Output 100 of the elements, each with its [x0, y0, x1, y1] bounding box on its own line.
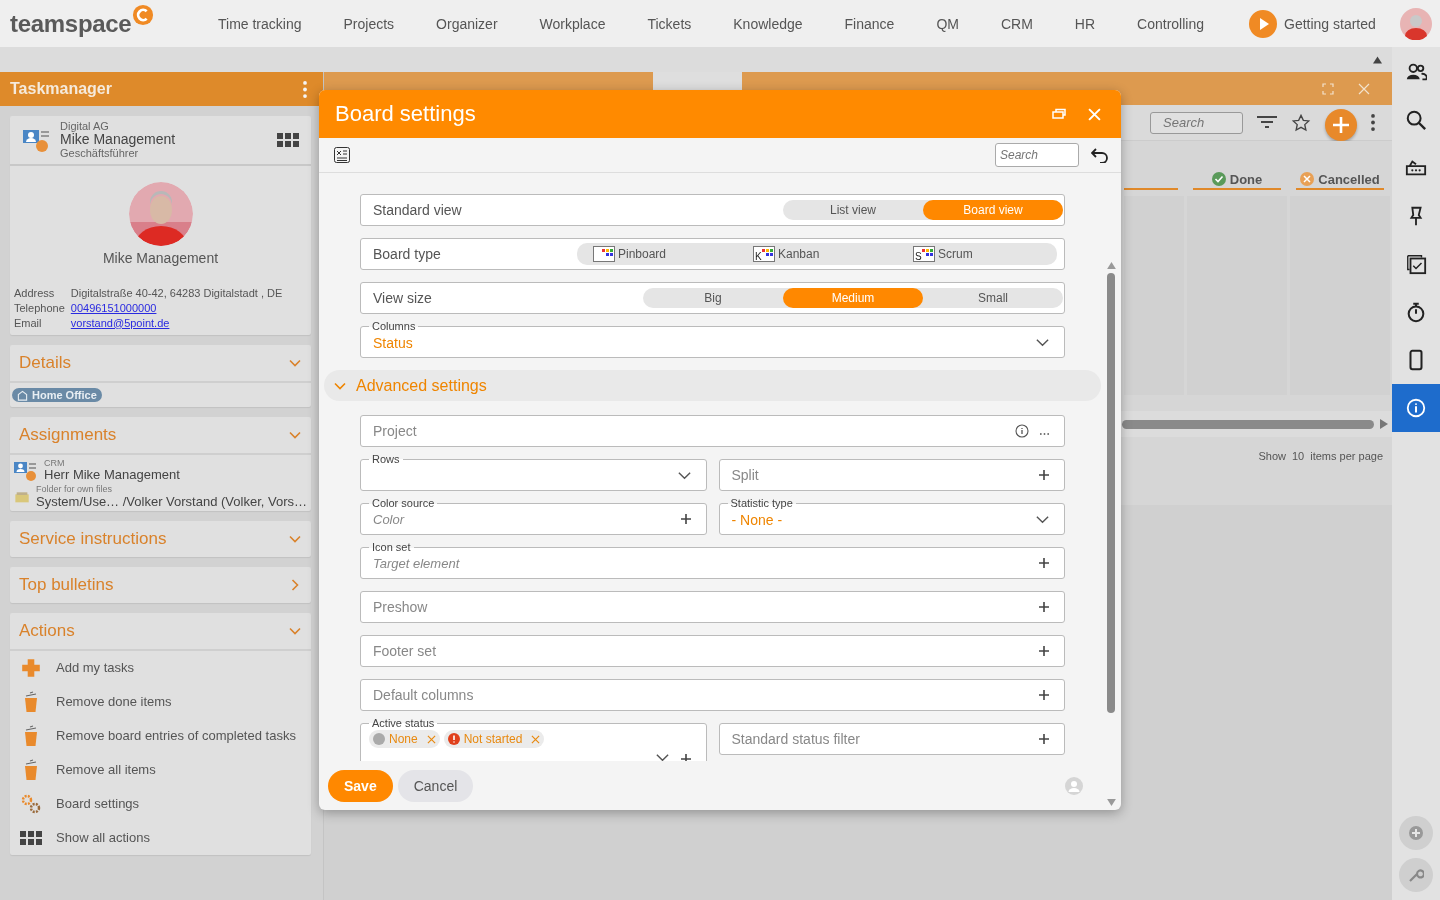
input-field[interactable]: Standard status filter [718, 723, 1065, 755]
contact-link[interactable]: vorstand@5point.de [70, 315, 307, 331]
scrollbar[interactable] [1122, 419, 1374, 429]
segment-option[interactable]: K Kanban [747, 243, 887, 265]
assignment-caption: Folder for own files [36, 484, 114, 495]
nav-link[interactable]: Tickets [626, 15, 713, 32]
plus-icon[interactable] [1038, 601, 1050, 613]
scrollbar[interactable] [1106, 262, 1116, 806]
action-item[interactable]: Remove done items [20, 684, 311, 719]
people-icon [1405, 61, 1427, 83]
contact-link[interactable]: 00496151000000 [70, 300, 307, 316]
exclamation-icon [447, 733, 460, 745]
plus-icon[interactable] [1038, 689, 1050, 701]
info-icon [1405, 397, 1427, 419]
contact-name[interactable]: Mike Management [60, 132, 267, 148]
input-field[interactable]: Project [360, 415, 1065, 447]
nav-link[interactable]: Projects [322, 15, 416, 32]
contact-card-icon [14, 459, 38, 482]
dot-icon [373, 733, 385, 745]
scroll-up-icon[interactable] [1373, 55, 1382, 64]
action-item[interactable]: Remove board entries of completed tasks [20, 718, 311, 753]
setting-label: Board type [373, 246, 442, 262]
field-value: Digitalstraße 40-42, 64283 Digitalstadt , DE [70, 285, 284, 301]
paging-label: items per page [1310, 450, 1383, 462]
wrench-icon [1408, 867, 1424, 883]
nav-link[interactable]: Controlling [1116, 15, 1225, 32]
contact-display-name: Mike Management [102, 249, 219, 266]
info-icon[interactable] [1015, 424, 1029, 438]
checklist-icon [1405, 253, 1427, 275]
getting-started-link[interactable]: Getting started [1249, 9, 1376, 38]
gears-icon [20, 792, 42, 815]
nav-link[interactable]: Time tracking [197, 15, 323, 32]
nav-link[interactable]: QM [915, 15, 980, 32]
action-item[interactable]: Remove all items [20, 752, 311, 787]
cancel-icon [1300, 172, 1315, 186]
star-icon[interactable] [1291, 113, 1311, 132]
search-field[interactable]: Search [995, 143, 1079, 167]
page-size[interactable]: 10 [1292, 450, 1305, 462]
field-label: Address [14, 285, 56, 301]
spreadsheet-icon[interactable] [334, 147, 350, 163]
column-title: Cancelled [1318, 171, 1380, 187]
input-field[interactable]: Default columns [360, 679, 1065, 711]
add-button[interactable] [1325, 108, 1357, 141]
input-field[interactable]: Preshow [360, 591, 1065, 623]
undo-icon[interactable] [1091, 147, 1109, 163]
segment-option[interactable]: Big [643, 288, 783, 308]
search-icon [1405, 109, 1427, 131]
field-label: Color source [369, 497, 438, 510]
board-letter: K [755, 252, 762, 262]
plus-icon[interactable] [1038, 469, 1050, 481]
nav-link[interactable]: CRM [979, 15, 1054, 32]
segment-option[interactable]: S Scrum [907, 243, 1047, 265]
action-item[interactable]: Add my tasks [20, 650, 311, 685]
field-label: Active status [369, 717, 438, 730]
field-label: Columns [369, 320, 419, 333]
action-item[interactable]: Show all actions [20, 820, 311, 855]
status-badge: Home Office [12, 388, 102, 403]
nav-link[interactable]: Finance [823, 15, 916, 32]
plus-icon[interactable] [1038, 557, 1050, 569]
input-field[interactable]: Footer set [360, 635, 1065, 667]
segment-option[interactable]: Pinboard [587, 243, 727, 265]
contact-role: Geschäftsführer [60, 147, 140, 160]
panel-title: Taskmanager [10, 80, 113, 98]
action-item[interactable]: Board settings [20, 786, 311, 821]
scroll-down-icon[interactable] [1106, 799, 1116, 806]
segment-option[interactable]: Small [923, 288, 1063, 308]
scroll-right-icon[interactable] [1380, 419, 1388, 429]
assignment-link[interactable]: System/Use… /Volker Vorstand (Volker, Vors… [36, 494, 307, 509]
avatar-icon[interactable] [1400, 7, 1432, 40]
nav-link[interactable]: HR [1053, 15, 1117, 32]
nav-link[interactable]: Workplace [518, 15, 627, 32]
plus-icon [20, 656, 42, 679]
field-label: Statistic type [727, 497, 796, 510]
company-name: Digital AG [60, 120, 110, 133]
assignment-caption: CRM [44, 458, 66, 469]
plus-icon[interactable] [679, 513, 692, 525]
play-icon [1249, 9, 1277, 38]
field-label: Rows [369, 453, 403, 466]
tool-button[interactable] [1399, 858, 1433, 892]
nav-link[interactable]: Organizer [415, 15, 519, 32]
dialog-title: Board settings [335, 101, 477, 127]
field-label: Email [14, 315, 43, 331]
paging-label: Show [1258, 450, 1286, 462]
input-field[interactable]: Split [718, 459, 1065, 491]
field-label: Telephone [14, 300, 65, 316]
assignment-link[interactable]: Herr Mike Management [44, 468, 180, 483]
plus-icon[interactable] [679, 753, 692, 761]
setting-label: View size [373, 290, 433, 306]
board-letter: S [915, 252, 922, 262]
logo-text[interactable]: teamspace [10, 9, 132, 38]
cancel-button[interactable]: Cancel [397, 769, 474, 802]
plus-icon[interactable] [1038, 733, 1050, 745]
plus-icon[interactable] [1038, 645, 1050, 657]
plus-icon [1331, 114, 1351, 135]
more-icon[interactable] [1039, 432, 1050, 436]
nav-link[interactable]: Knowledge [712, 15, 824, 32]
segment-option[interactable]: List view [783, 200, 923, 220]
grid-icon[interactable] [277, 132, 299, 147]
more-icon[interactable] [1371, 114, 1375, 131]
search-field[interactable]: Search [1150, 111, 1243, 134]
